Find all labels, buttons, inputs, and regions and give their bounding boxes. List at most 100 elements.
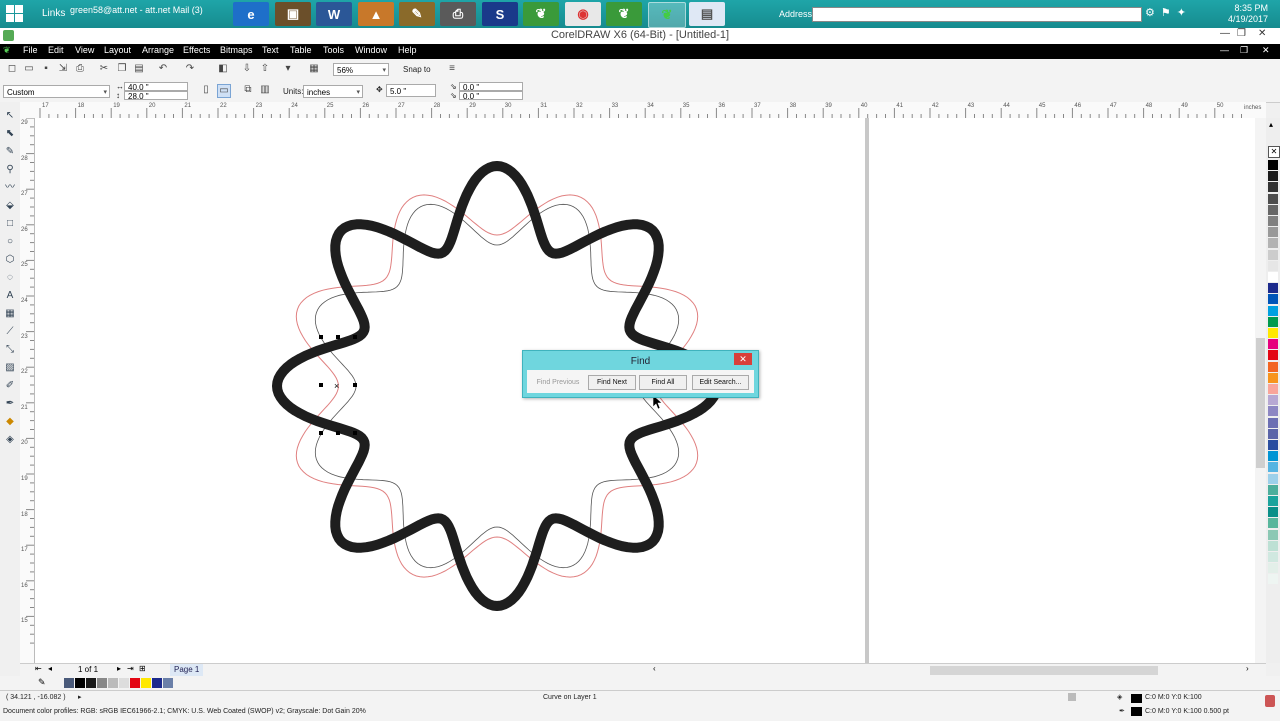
document-palette-swatch[interactable] xyxy=(163,678,173,688)
doc-restore-icon[interactable]: ❐ xyxy=(1240,45,1248,56)
menu-arrange[interactable]: Arrange xyxy=(142,45,174,55)
new-icon[interactable]: ◻ xyxy=(6,63,18,75)
word-icon[interactable]: W xyxy=(316,2,352,26)
palette-swatch[interactable] xyxy=(1268,552,1278,562)
document-palette-swatch[interactable] xyxy=(86,678,96,688)
clock[interactable]: 8:35 PM 4/19/2017 xyxy=(1228,3,1268,25)
ellipse-tool-icon[interactable]: ○ xyxy=(4,236,16,248)
find-close-button[interactable]: ✕ xyxy=(734,353,752,365)
pencil-app-icon[interactable]: ✎ xyxy=(399,2,435,26)
palette-swatch[interactable] xyxy=(1268,260,1278,271)
application-launcher-icon[interactable]: ▾ xyxy=(282,63,294,75)
eyedropper-tool-icon[interactable]: ✐ xyxy=(4,380,16,392)
leaf-app-icon[interactable]: ❦ xyxy=(523,2,559,26)
connector-tool-icon[interactable]: ⤡ xyxy=(4,344,16,356)
palette-swatch[interactable] xyxy=(1268,339,1278,350)
palette-swatch[interactable] xyxy=(1268,160,1278,170)
menu-layout[interactable]: Layout xyxy=(104,45,131,55)
fill-tool-icon[interactable]: ◆ xyxy=(4,416,16,428)
corel-connect-icon[interactable] xyxy=(1265,695,1275,707)
menu-tools[interactable]: Tools xyxy=(323,45,344,55)
document-palette-swatch[interactable] xyxy=(141,678,151,688)
menu-text[interactable]: Text xyxy=(262,45,279,55)
zoom-level-select[interactable]: 56% ▾ xyxy=(333,63,389,76)
page-prev-icon[interactable]: ◂ xyxy=(48,664,52,673)
rectangle-tool-icon[interactable]: □ xyxy=(4,218,16,230)
leaf-app-icon-2[interactable]: ❦ xyxy=(606,2,642,26)
links-toolbar-label[interactable]: Links xyxy=(42,8,65,19)
palette-swatch[interactable] xyxy=(1268,384,1278,394)
palette-swatch[interactable] xyxy=(1268,193,1278,204)
duplicate-x-field[interactable]: 0.0 " xyxy=(459,82,523,92)
paste-icon[interactable]: ▤ xyxy=(133,63,145,75)
printer-icon[interactable]: ⎙ xyxy=(440,2,476,26)
table-tool-icon[interactable]: ▦ xyxy=(4,308,16,320)
current-page-icon[interactable]: ▥ xyxy=(259,84,271,96)
system-tray-icons[interactable]: ⚙⚑✦ xyxy=(1145,6,1192,19)
menu-window[interactable]: Window xyxy=(355,45,387,55)
smart-fill-tool-icon[interactable]: ⬙ xyxy=(4,200,16,212)
palette-swatch[interactable] xyxy=(1268,182,1278,193)
document-icon[interactable]: ❦ xyxy=(3,45,11,56)
scroll-right-icon[interactable]: › xyxy=(1246,664,1249,673)
palette-swatch[interactable] xyxy=(1268,238,1278,249)
palette-swatch[interactable] xyxy=(1268,294,1278,305)
scroll-left-icon[interactable]: ‹ xyxy=(653,664,656,673)
portrait-icon[interactable]: ▯ xyxy=(200,84,212,96)
basic-shapes-tool-icon[interactable]: ◌ xyxy=(4,272,16,284)
no-color-swatch[interactable]: ✕ xyxy=(1268,146,1280,158)
all-pages-icon[interactable]: ⧉ xyxy=(242,84,254,96)
document-palette-swatch[interactable] xyxy=(108,678,118,688)
page-height-field[interactable]: 28.0 " xyxy=(124,91,188,101)
palette-swatch[interactable] xyxy=(1268,283,1278,294)
palette-swatch[interactable] xyxy=(1268,484,1278,495)
export-icon[interactable]: ⇧ xyxy=(259,63,271,75)
cut-icon[interactable]: ✂ xyxy=(98,63,110,75)
document-palette-swatch[interactable] xyxy=(130,678,140,688)
crop-tool-icon[interactable]: ✎ xyxy=(4,146,16,158)
palette-swatch[interactable] xyxy=(1268,417,1278,428)
open-icon[interactable]: ▭ xyxy=(23,63,35,75)
vertical-scrollbar[interactable] xyxy=(1255,118,1266,663)
windows-start-icon[interactable] xyxy=(6,5,24,23)
welcome-screen-icon[interactable]: ▦ xyxy=(308,63,320,75)
duplicate-y-field[interactable]: 0.0 " xyxy=(459,91,523,101)
palette-swatch[interactable] xyxy=(1268,540,1278,551)
document-palette-swatch[interactable] xyxy=(119,678,129,688)
shazam-icon[interactable]: S xyxy=(482,2,518,26)
minimize-icon[interactable]: — xyxy=(1220,28,1230,39)
page-first-icon[interactable]: ⇤ xyxy=(35,664,42,673)
freehand-tool-icon[interactable]: 〰 xyxy=(4,182,16,194)
mail-notification[interactable]: green58@att.net - att.net Mail (3) xyxy=(70,5,203,15)
palette-swatch[interactable] xyxy=(1268,372,1278,383)
options-icon[interactable]: ≡ xyxy=(446,63,458,75)
horizontal-scroll-thumb[interactable] xyxy=(930,666,1158,675)
color-profiles-info[interactable]: Document color profiles: RGB: sRGB IEC61… xyxy=(3,708,366,715)
palette-swatch[interactable] xyxy=(1268,428,1278,439)
redo-icon[interactable]: ↷ xyxy=(184,63,196,75)
palette-swatch[interactable] xyxy=(1268,305,1278,316)
fill-color-swatch[interactable] xyxy=(1131,694,1142,703)
close-icon[interactable]: ✕ xyxy=(1258,28,1266,39)
interactive-fill-tool-icon[interactable]: ◈ xyxy=(4,434,16,446)
find-next-button[interactable]: Find Next xyxy=(588,375,636,390)
import-icon[interactable]: ⇲ xyxy=(57,63,69,75)
undo-icon[interactable]: ↶ xyxy=(157,63,169,75)
menu-file[interactable]: File xyxy=(23,45,38,55)
palette-swatch[interactable] xyxy=(1268,440,1278,450)
document-palette-swatch[interactable] xyxy=(152,678,162,688)
nudge-distance-field[interactable]: 5.0 " xyxy=(386,84,436,97)
document-palette-swatch[interactable] xyxy=(97,678,107,688)
internet-explorer-icon[interactable]: e xyxy=(233,2,269,26)
chrome-icon[interactable]: ◉ xyxy=(565,2,601,26)
menu-effects[interactable]: Effects xyxy=(183,45,210,55)
palette-swatch[interactable] xyxy=(1268,350,1278,361)
find-previous-button[interactable]: Find Previous xyxy=(533,375,583,390)
coreldraw-taskbar-icon[interactable]: ❦ xyxy=(648,2,686,28)
page-last-icon[interactable]: ⇥ xyxy=(127,664,134,673)
palette-swatch[interactable] xyxy=(1268,529,1278,540)
palette-swatch[interactable] xyxy=(1268,171,1278,182)
print-icon[interactable]: ⎙ xyxy=(74,63,86,75)
dimension-tool-icon[interactable]: ⟋ xyxy=(4,326,16,338)
outline-color-swatch[interactable] xyxy=(1131,707,1142,716)
